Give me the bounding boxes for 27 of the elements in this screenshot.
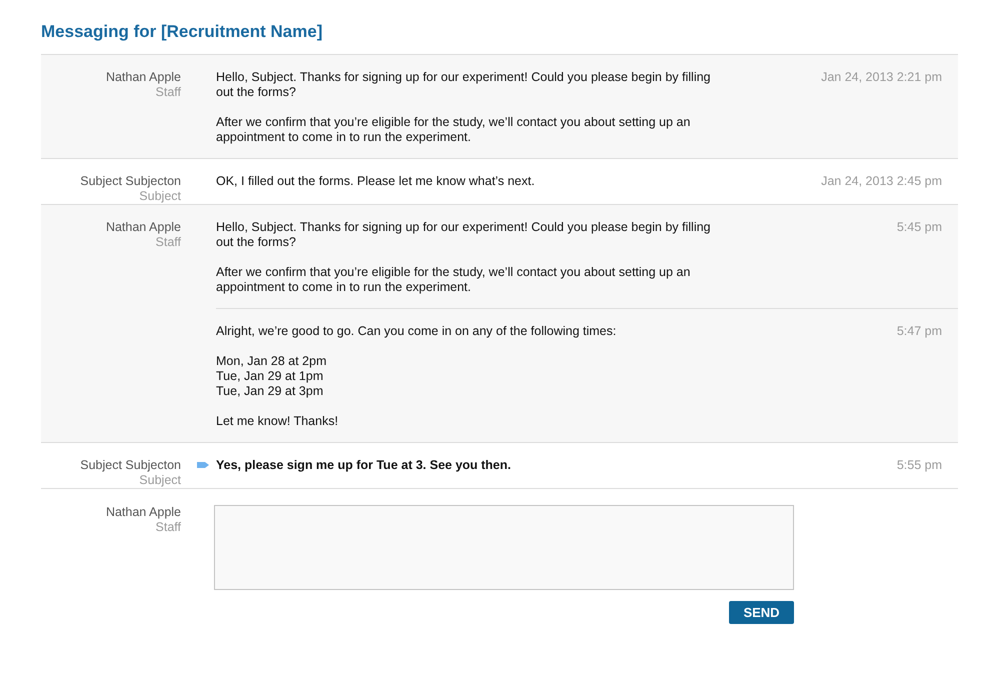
message-text: Hello, Subject. Thanks for signing up for our experiment! Could you please begin by filling out the forms?: [216, 220, 712, 250]
sender-name: Subject Subjecton: [80, 174, 181, 189]
timestamp: Jan 24, 2013 2:21 pm: [821, 69, 943, 86]
sender-role: Subject: [139, 473, 181, 488]
sender-name: Nathan Apple: [106, 220, 181, 235]
sender-role: Staff: [156, 520, 181, 535]
message-text: Let me know! Thanks!: [216, 414, 340, 429]
sender-name: Nathan Apple: [106, 70, 181, 85]
sender-name: Nathan Apple: [106, 505, 181, 520]
sender-role: Staff: [156, 85, 181, 100]
message-text: Mon, Jan 28 at 2pm Tue, Jan 29 at 1pm Tue, Jan 29 at 3pm: [216, 354, 328, 399]
message-text: OK, I filled out the forms. Please let me know what’s next.: [216, 174, 536, 189]
message-text: Hello, Subject. Thanks for signing up for our experiment! Could you please begin by filling out the forms?: [216, 70, 712, 100]
timestamp: 5:45 pm: [896, 219, 943, 236]
page-title: Messaging for [Recruitment Name]: [41, 22, 324, 43]
message-text: After we confirm that you’re eligible for the study, we’ll contact you about setting up an appointment to come in to run the experiment.: [216, 115, 692, 145]
sender-role: Subject: [139, 189, 181, 204]
timestamp: Jan 24, 2013 2:45 pm: [821, 173, 943, 190]
send-button[interactable]: SEND: [729, 601, 794, 624]
message-text: Yes, please sign me up for Tue at 3. See you then.: [216, 458, 512, 473]
sender-role: Staff: [156, 235, 181, 250]
timestamp: 5:47 pm: [896, 323, 943, 340]
message-input-field[interactable]: [214, 505, 794, 590]
timestamp: 5:55 pm: [896, 457, 943, 474]
sender-name: Subject Subjecton: [80, 458, 181, 473]
message-text: After we confirm that you’re eligible for the study, we’ll contact you about setting up an appointment to come in to run the experiment.: [216, 265, 692, 295]
message-text: Alright, we’re good to go. Can you come in on any of the following times:: [216, 324, 618, 339]
